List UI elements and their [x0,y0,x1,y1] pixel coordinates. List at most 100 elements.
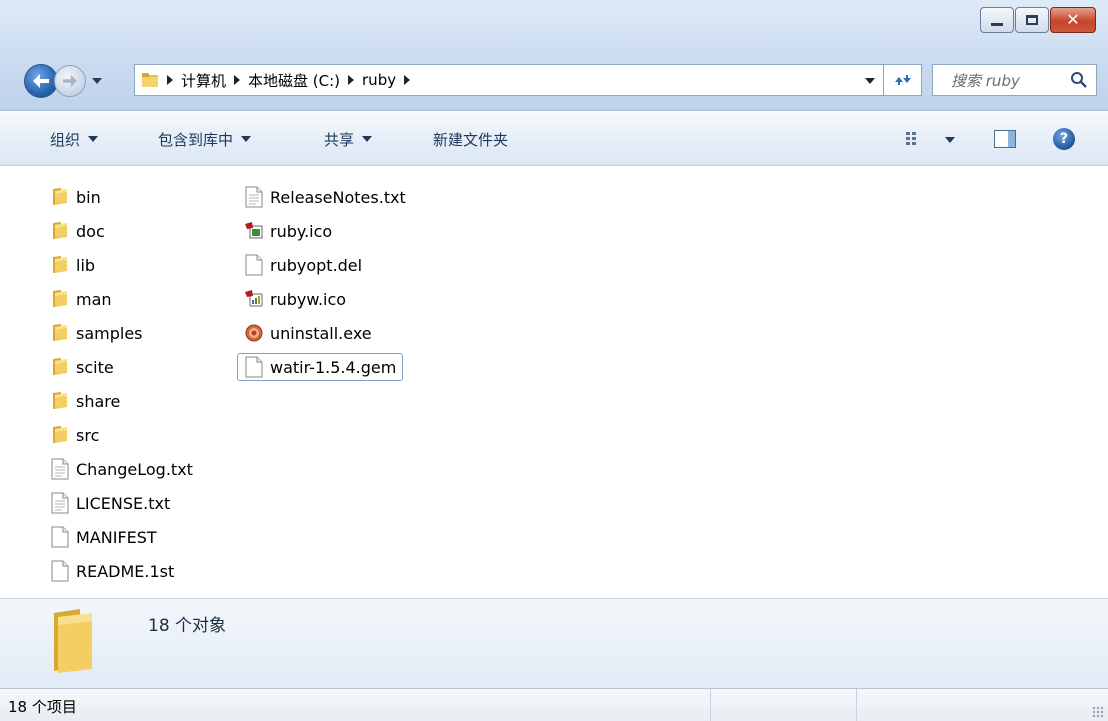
file-name: man [76,289,112,309]
refresh-icon [894,75,911,85]
file-item[interactable]: man [50,285,112,313]
status-divider [710,689,711,721]
chevron-down-icon [362,136,373,142]
view-options-dropdown[interactable] [945,137,955,143]
close-button[interactable]: ✕ [1050,7,1096,33]
forward-button[interactable] [54,65,86,97]
file-item[interactable]: ruby.ico [244,217,332,245]
item-count-summary: 18 个对象 [148,616,227,636]
file-item[interactable]: ChangeLog.txt [50,455,193,483]
breadcrumb-computer[interactable]: 计算机 [181,70,226,91]
folder-icon [50,424,70,446]
rubyw-icon-file-icon [244,288,264,310]
file-item[interactable]: rubyopt.del [244,251,362,279]
folder-icon [50,390,70,412]
blank-file-icon [50,526,70,548]
file-name: scite [76,357,114,377]
breadcrumb-separator[interactable] [348,75,355,85]
minimize-icon [991,22,1003,26]
maximize-icon [1026,15,1038,25]
help-icon[interactable]: ? [1053,128,1075,150]
file-item[interactable]: uninstall.exe [244,319,372,347]
details-pane: 18 个对象 [0,598,1108,688]
new-folder-button[interactable]: 新建文件夹 [433,112,508,166]
file-item[interactable]: rubyw.ico [244,285,346,313]
file-name: MANIFEST [76,527,157,547]
file-name: src [76,425,100,445]
breadcrumb-drive-c[interactable]: 本地磁盘 (C:) [248,70,340,91]
text-file-icon [50,492,70,514]
file-name: ReleaseNotes.txt [270,187,406,207]
close-icon: ✕ [1066,10,1080,29]
file-name: ruby.ico [270,221,333,241]
folder-icon [50,288,70,310]
file-list: bin doc lib man samples scite share src ChangeLo… [0,167,1108,597]
back-arrow-icon [33,74,49,88]
folder-icon [50,322,70,344]
file-name: watir-1.5.4.gem [270,357,397,377]
chevron-down-icon [88,136,99,142]
organize-menu[interactable]: 组织 [50,112,99,166]
blank-file-icon [50,560,70,582]
file-item[interactable]: ReleaseNotes.txt [244,183,406,211]
address-bar[interactable]: 计算机 本地磁盘 (C:) ruby [134,64,884,96]
file-name: doc [76,221,105,241]
breadcrumb-separator[interactable] [167,75,173,85]
installer-icon [244,322,264,344]
preview-pane-icon[interactable] [994,130,1016,148]
file-name: rubyopt.del [270,255,363,275]
ruby-icon-file-icon [244,220,264,242]
blank-file-icon [244,254,264,276]
change-view-icon[interactable] [905,131,921,147]
command-bar: 组织 包含到库中 共享 新建文件夹 ? [0,112,1108,166]
file-name: rubyw.ico [270,289,347,309]
window-controls: ✕ [979,7,1096,33]
back-button[interactable] [24,64,58,98]
breadcrumb-separator[interactable] [234,75,241,85]
blank-file-icon [244,356,264,378]
text-file-icon [244,186,264,208]
file-name: bin [76,187,101,207]
status-bar: 18 个项目 [0,688,1108,721]
file-name: LICENSE.txt [76,493,171,513]
file-item[interactable]: watir-1.5.4.gem [237,353,404,381]
file-item[interactable]: doc [50,217,105,245]
status-item-count: 18 个项目 [8,698,77,716]
recent-pages-dropdown[interactable] [92,78,102,84]
breadcrumb-separator[interactable] [404,75,411,85]
file-item[interactable]: samples [50,319,143,347]
file-item[interactable]: bin [50,183,101,211]
explorer-window: ✕ 计算机 本地磁盘 (C:) ruby 搜索 ruby 组织 包含到库中 共享… [0,0,1108,721]
chevron-down-icon [241,136,252,142]
include-in-library-label: 包含到库中 [158,130,234,149]
share-label: 共享 [324,130,355,149]
include-in-library-menu[interactable]: 包含到库中 [158,112,252,166]
resize-grip[interactable] [1092,706,1104,718]
search-input[interactable]: 搜索 ruby [932,64,1097,96]
file-item[interactable]: share [50,387,120,415]
file-item[interactable]: MANIFEST [50,523,157,551]
folder-icon [50,356,70,378]
status-divider [856,689,857,721]
address-history-dropdown[interactable] [865,78,875,84]
folder-icon [50,220,70,242]
folder-icon [142,73,158,87]
text-file-icon [50,458,70,480]
file-name: ChangeLog.txt [76,459,193,479]
file-item[interactable]: lib [50,251,95,279]
file-item[interactable]: scite [50,353,114,381]
minimize-button[interactable] [980,7,1014,33]
file-name: README.1st [76,561,175,581]
refresh-button[interactable] [884,64,922,96]
breadcrumb-ruby[interactable]: ruby [362,71,396,89]
search-icon[interactable] [1070,71,1088,89]
file-name: samples [76,323,143,343]
share-menu[interactable]: 共享 [324,112,373,166]
file-item[interactable]: LICENSE.txt [50,489,170,517]
file-item[interactable]: README.1st [50,557,174,585]
folder-icon [50,186,70,208]
search-placeholder: 搜索 ruby [951,71,1020,90]
maximize-button[interactable] [1015,7,1049,33]
folder-icon [54,609,92,673]
file-item[interactable]: src [50,421,99,449]
